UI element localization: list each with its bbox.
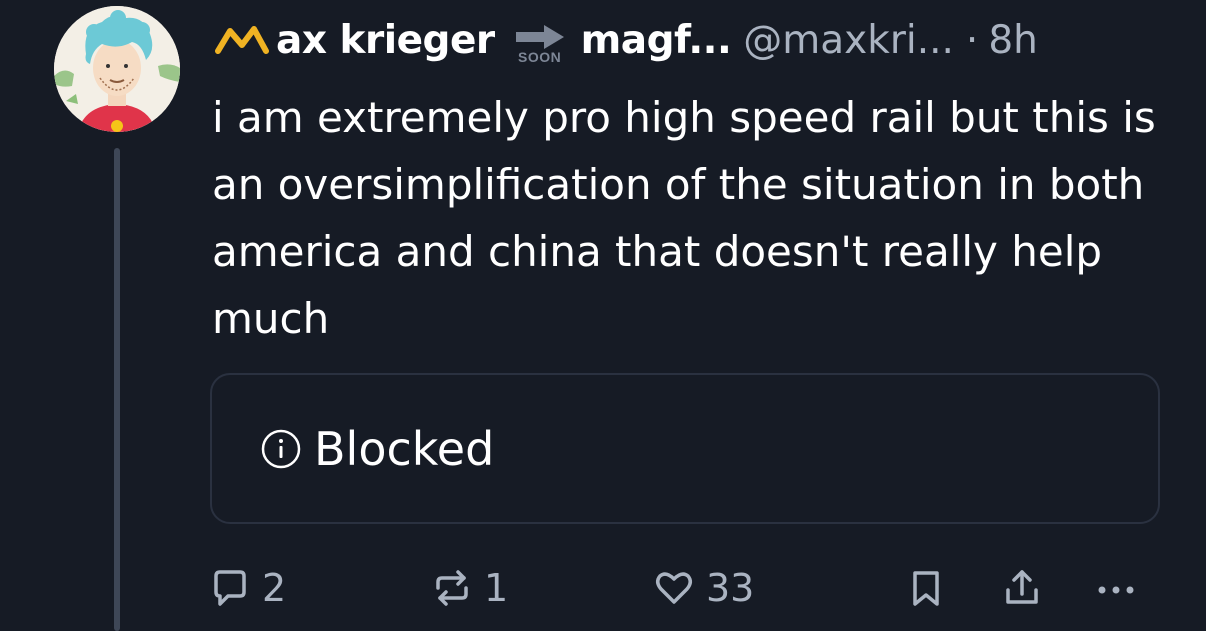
bookmark-button[interactable] [904, 560, 948, 616]
more-horizontal-icon [1098, 586, 1134, 594]
author-handle[interactable]: @maxkri... [743, 18, 954, 63]
m-emoji-icon [215, 26, 269, 54]
repost-button[interactable]: 1 [430, 560, 508, 616]
post-header: ax krieger SOON magf... @maxkri... · 8h [212, 12, 1038, 68]
bookmark-icon [913, 571, 939, 606]
reply-icon [214, 570, 246, 606]
more-options-button[interactable] [1094, 560, 1138, 616]
soon-arrow-emoji: SOON [509, 15, 571, 65]
avatar[interactable] [54, 6, 180, 132]
post-actions: 2 1 33 [0, 560, 1206, 616]
avatar-illustration [54, 6, 180, 132]
reply-button[interactable]: 2 [208, 560, 286, 616]
like-button[interactable]: 33 [652, 560, 754, 616]
share-button[interactable] [1000, 560, 1044, 616]
soon-label: SOON [518, 49, 562, 65]
post-text: i am extremely pro high speed rail but t… [212, 93, 1156, 343]
heart-icon [656, 572, 692, 604]
thread-line [114, 148, 120, 631]
post-timestamp[interactable]: 8h [988, 18, 1038, 63]
info-icon [261, 429, 301, 468]
blocked-label: Blocked [314, 421, 495, 476]
repost-icon [436, 570, 468, 606]
arrow-right-icon [515, 25, 564, 49]
share-icon [1006, 570, 1038, 604]
separator-dot: · [965, 17, 979, 63]
like-count: 33 [706, 566, 755, 610]
blocked-embed-card[interactable]: Blocked [210, 373, 1160, 524]
author-display-name[interactable]: ax krieger [276, 18, 495, 63]
author-name-continued[interactable]: magf... [581, 18, 732, 63]
repost-count: 1 [484, 566, 509, 610]
post-container: ax krieger SOON magf... @maxkri... · 8h … [0, 0, 1206, 631]
reply-count: 2 [262, 566, 287, 610]
